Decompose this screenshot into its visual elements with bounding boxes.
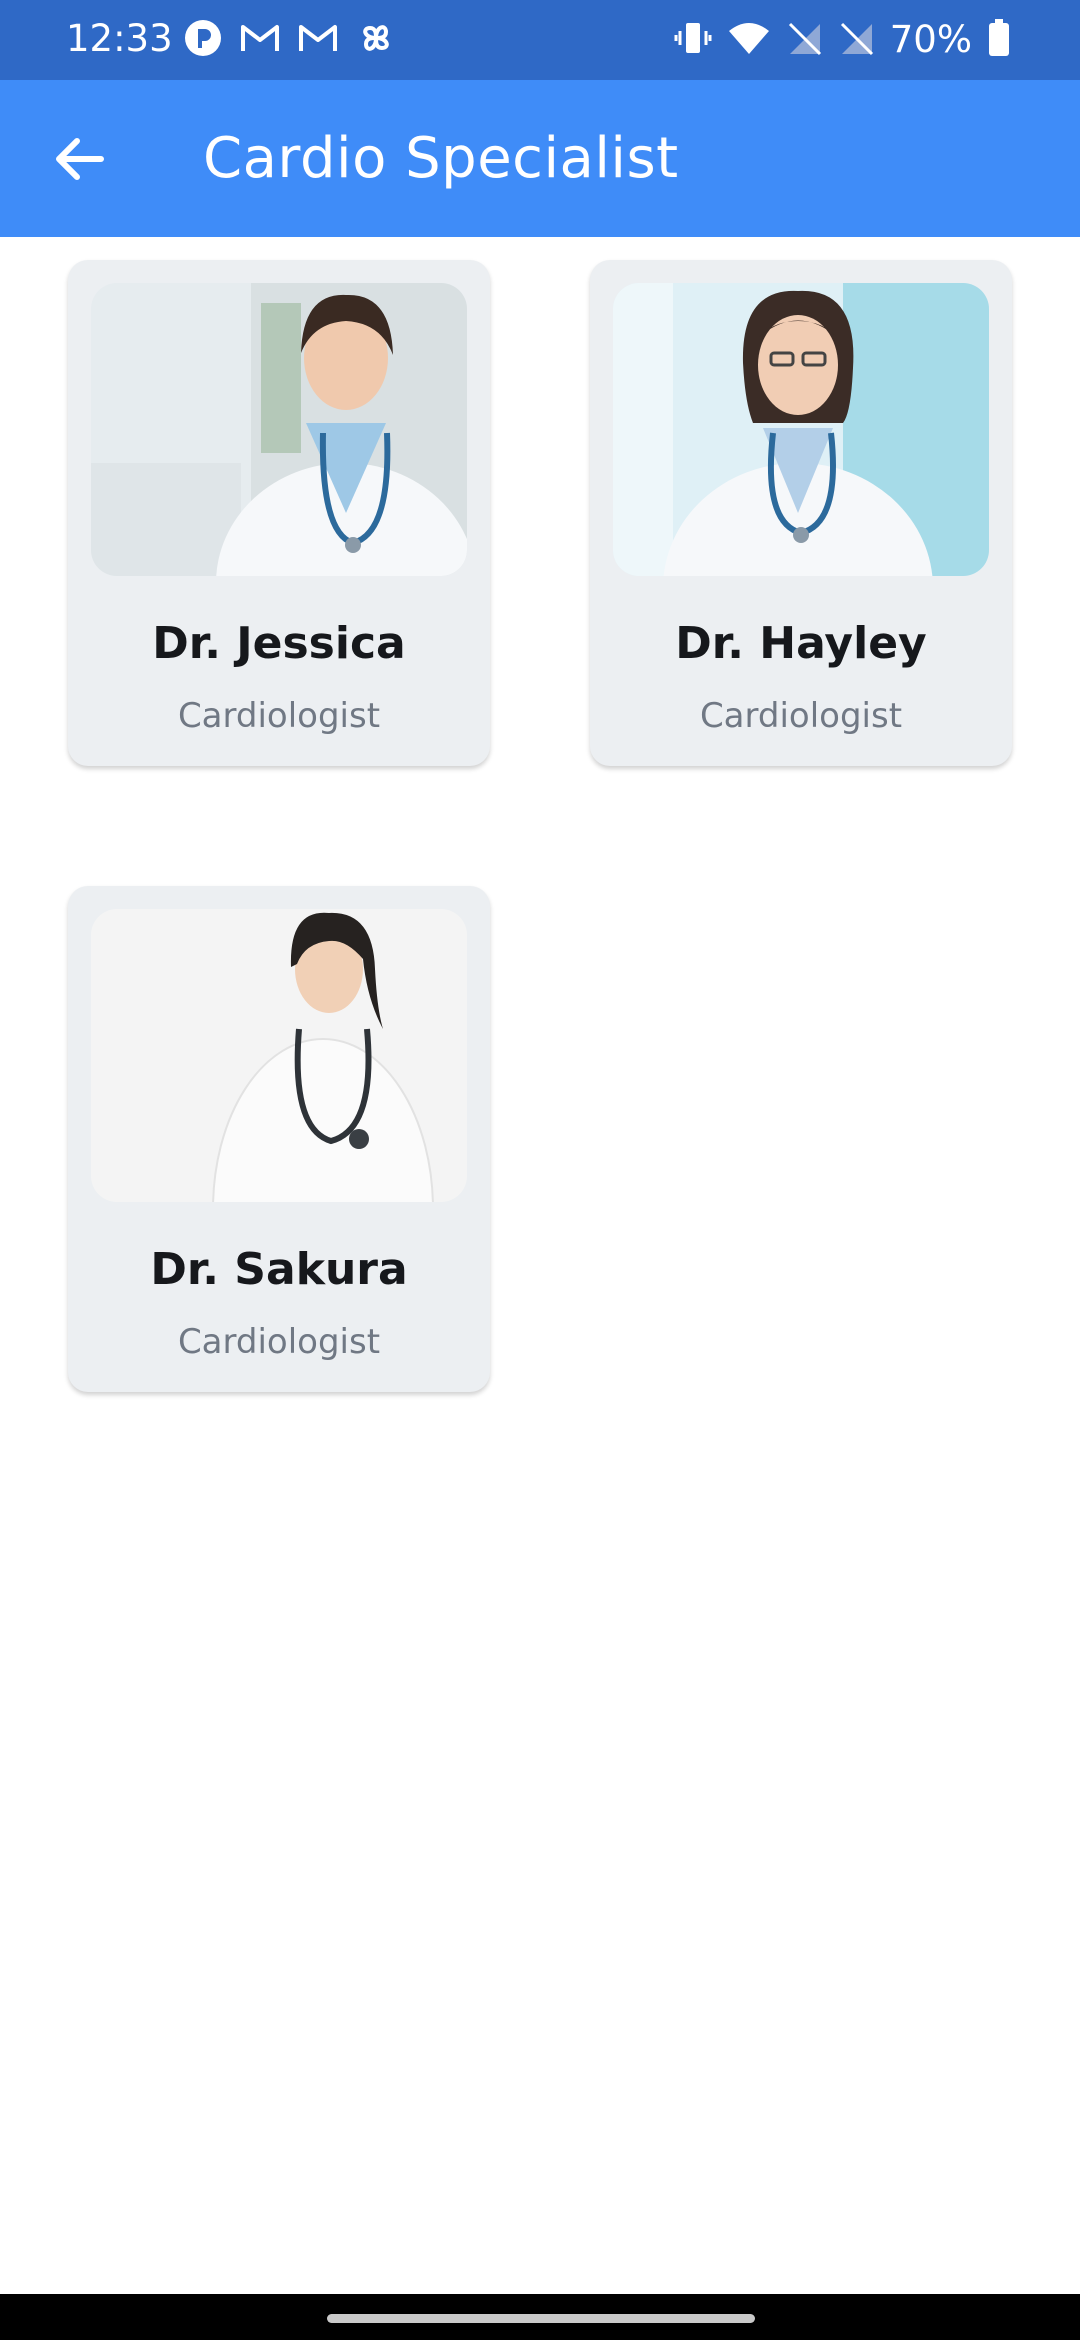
doctor-photo [91,909,467,1202]
gmail-icon [298,22,338,58]
page-title: Cardio Specialist [203,126,679,191]
home-indicator[interactable] [327,2314,755,2323]
status-time: 12:33 [66,17,173,60]
arrow-left-icon [56,138,104,180]
doctor-specialty: Cardiologist [699,696,903,736]
system-icons: 70% [674,16,1010,64]
doctor-photo [613,283,989,576]
doctor-specialty: Cardiologist [177,696,381,736]
p-app-icon [184,19,222,61]
doctor-specialty: Cardiologist [177,1322,381,1362]
battery-icon [988,19,1010,61]
doctor-card[interactable]: Dr. Sakura Cardiologist [68,886,490,1392]
app-bar: Cardio Specialist [0,80,1080,237]
doctor-name: Dr. Hayley [675,618,927,669]
gmail-icon [240,22,280,58]
wifi-icon [728,21,770,59]
doctor-card[interactable]: Dr. Hayley Cardiologist [590,260,1012,766]
doctor-photo [91,283,467,576]
vibrate-icon [674,19,712,61]
notification-icons [184,20,396,60]
status-bar: 12:33 70% [0,0,1080,80]
back-button[interactable] [40,120,118,198]
no-signal-icon [838,20,874,60]
doctor-card[interactable]: Dr. Jessica Cardiologist [68,260,490,766]
doctor-name: Dr. Sakura [150,1244,408,1295]
doctor-name: Dr. Jessica [152,618,406,669]
navigation-bar [0,2294,1080,2340]
no-signal-icon [786,20,822,60]
battery-percent: 70% [889,18,972,61]
pinwheel-icon [356,18,396,62]
